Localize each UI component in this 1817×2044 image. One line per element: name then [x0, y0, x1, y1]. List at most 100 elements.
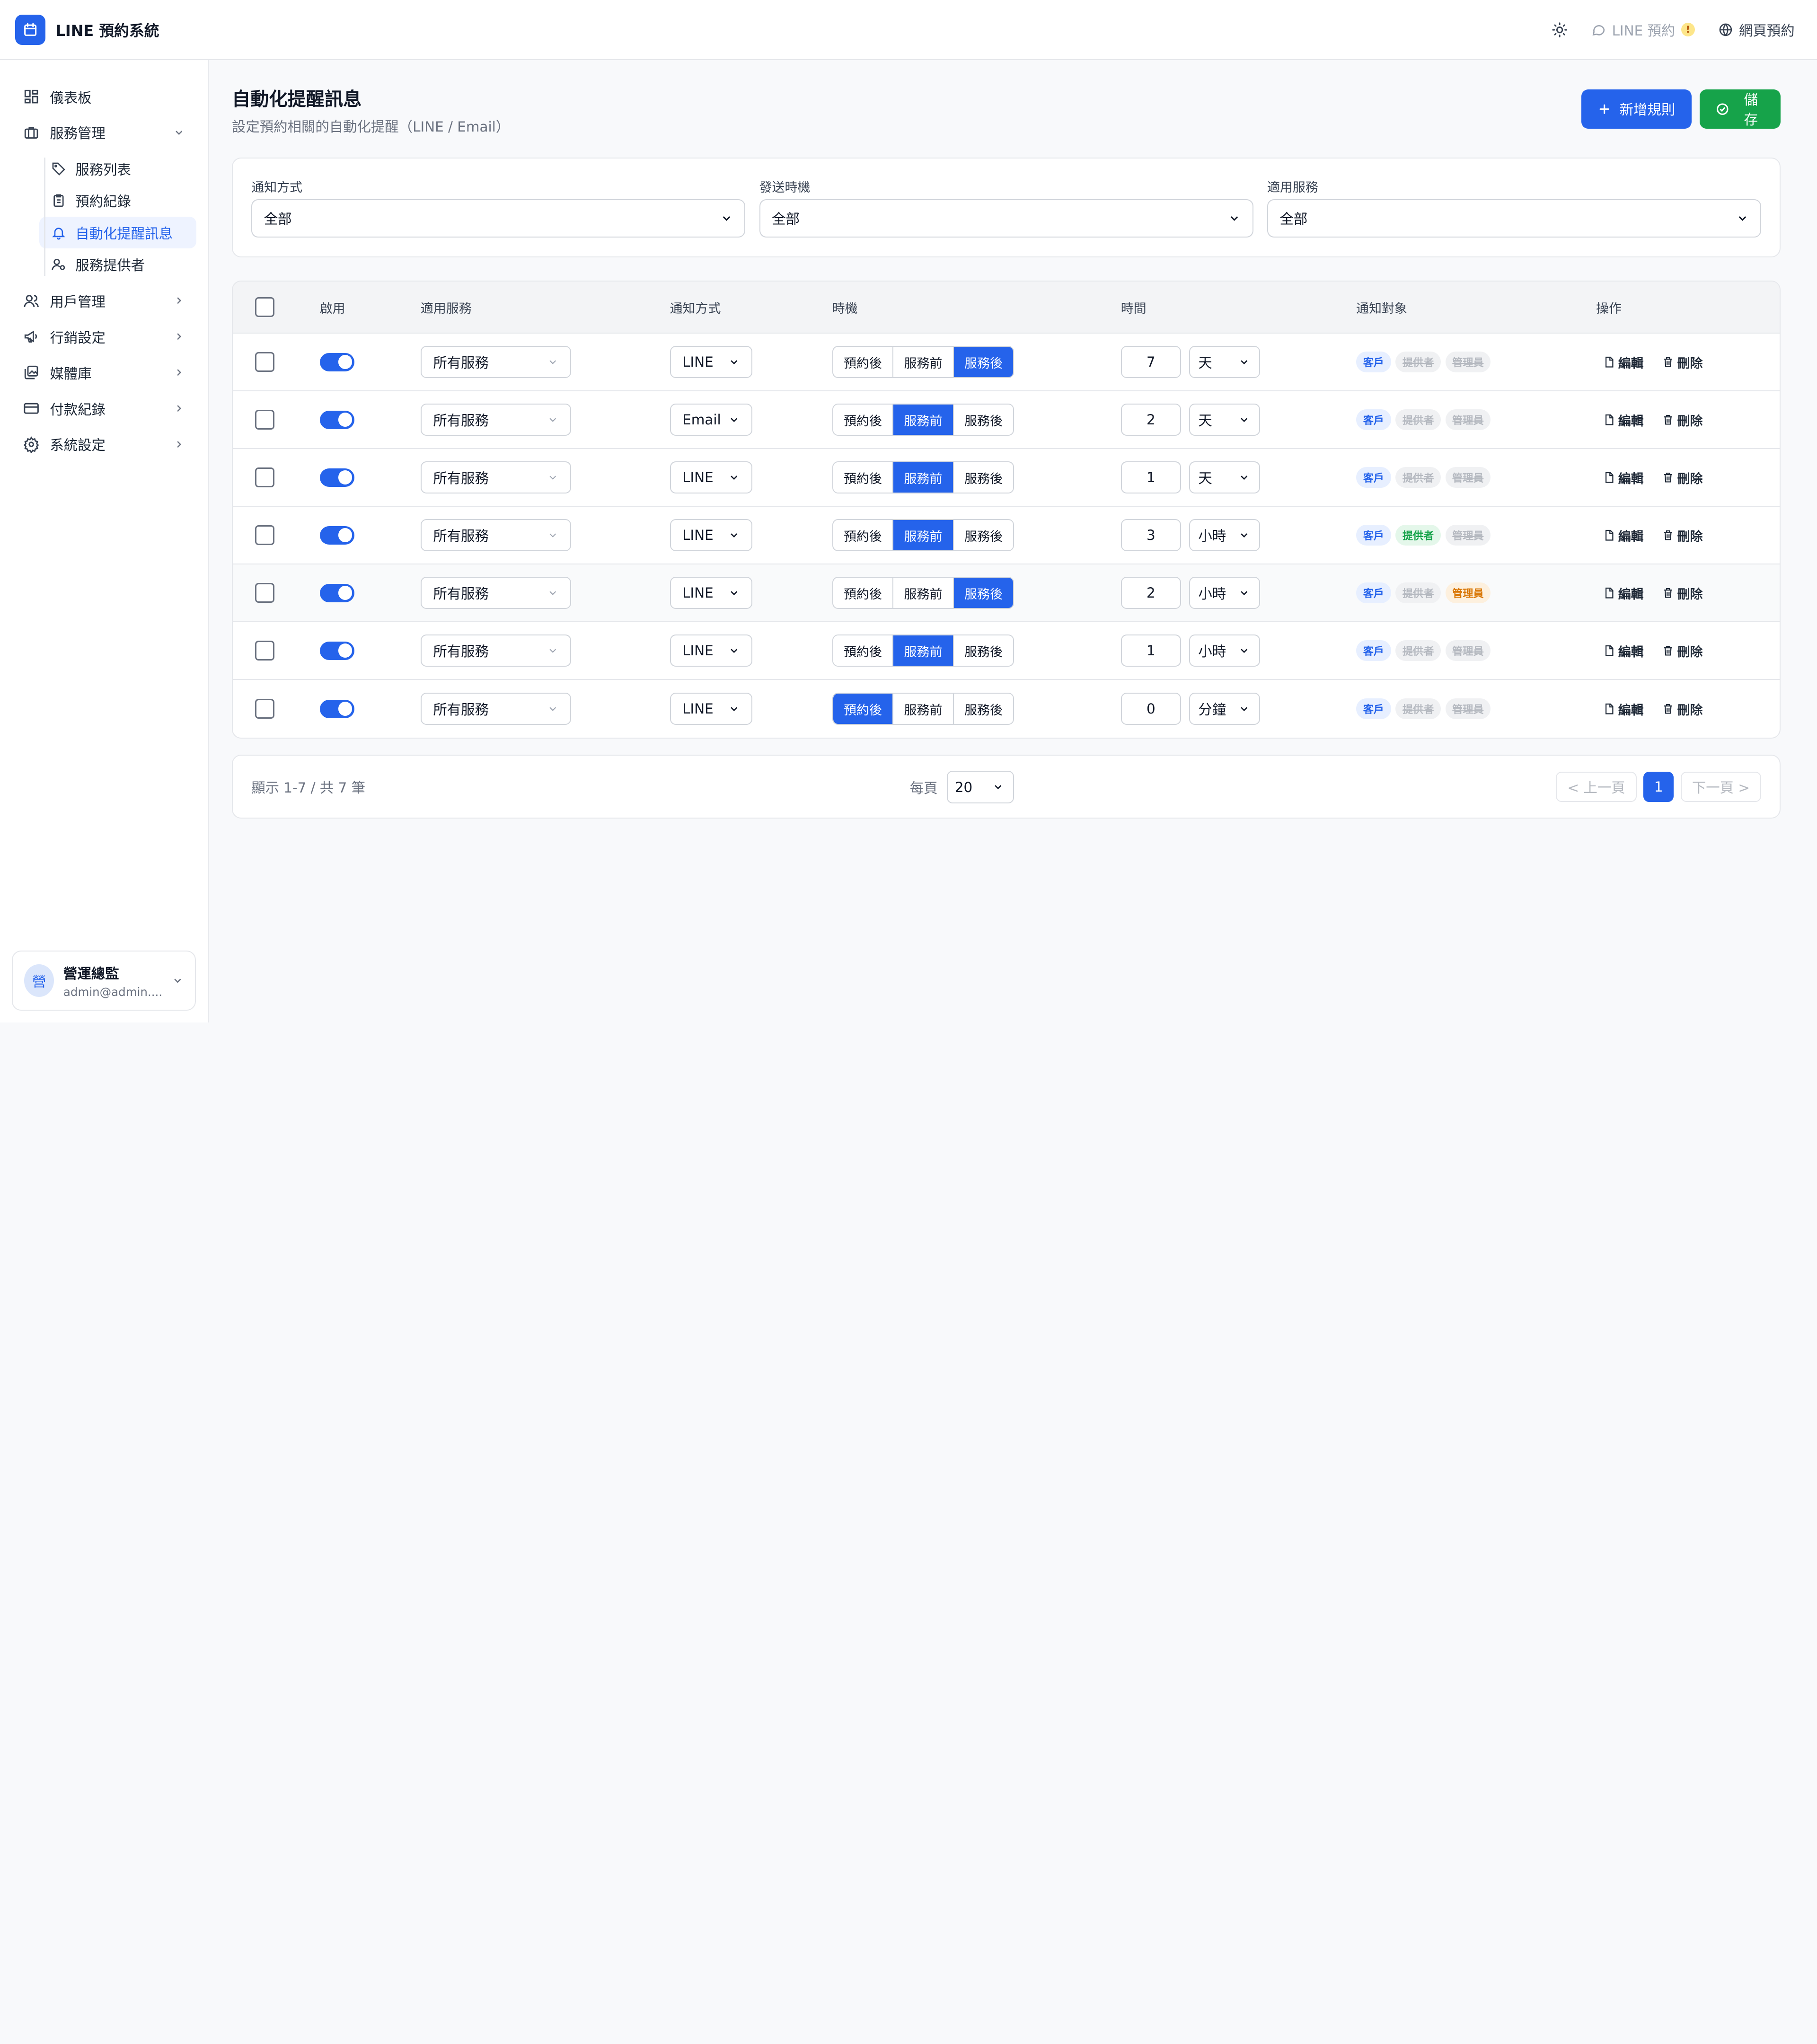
timing-option[interactable]: 預約後	[833, 404, 894, 435]
line-booking-link[interactable]: LINE 預約 !	[1591, 20, 1695, 40]
enabled-toggle[interactable]	[319, 641, 355, 660]
target-admin-tag[interactable]: 管理員	[1445, 582, 1491, 604]
timing-option[interactable]: 服務前	[893, 462, 954, 493]
page-1-button[interactable]: 1	[1643, 771, 1674, 802]
timing-option[interactable]: 服務前	[893, 404, 954, 435]
target-admin-tag[interactable]: 管理員	[1445, 467, 1491, 488]
target-provider-tag[interactable]: 提供者	[1395, 698, 1441, 720]
timing-option[interactable]: 服務後	[953, 520, 1014, 551]
target-admin-tag[interactable]: 管理員	[1445, 698, 1491, 720]
delete-button[interactable]: 刪除	[1662, 411, 1702, 429]
edit-button[interactable]: 編輯	[1603, 468, 1644, 487]
delete-button[interactable]: 刪除	[1662, 700, 1702, 718]
method-select[interactable]: LINE	[670, 692, 752, 725]
time-unit-select[interactable]: 分鐘	[1189, 692, 1260, 725]
enabled-toggle[interactable]	[319, 352, 355, 371]
sidebar-item-dashboard[interactable]: 儀表板	[12, 79, 196, 115]
method-select[interactable]: LINE	[670, 519, 752, 552]
sidebar-item-payments[interactable]: 付款紀錄	[12, 391, 196, 427]
edit-button[interactable]: 編輯	[1603, 584, 1644, 602]
target-customer-tag[interactable]: 客戶	[1356, 640, 1391, 661]
time-value-input[interactable]: 1	[1120, 461, 1182, 494]
enabled-toggle[interactable]	[319, 410, 355, 429]
service-select[interactable]: 所有服務	[420, 403, 572, 436]
method-select[interactable]: LINE	[670, 634, 752, 667]
add-rule-button[interactable]: 新增規則	[1581, 89, 1692, 129]
timing-option[interactable]: 服務前	[893, 693, 954, 724]
sidebar-item-marketing[interactable]: 行銷設定	[12, 319, 196, 355]
filter-timing-select[interactable]: 全部	[759, 199, 1253, 238]
time-unit-select[interactable]: 小時	[1189, 519, 1260, 552]
target-customer-tag[interactable]: 客戶	[1356, 582, 1391, 604]
service-select[interactable]: 所有服務	[420, 692, 572, 725]
method-select[interactable]: LINE	[670, 345, 752, 379]
method-select[interactable]: LINE	[670, 576, 752, 609]
sidebar-item-media[interactable]: 媒體庫	[12, 355, 196, 391]
filter-service-select[interactable]: 全部	[1267, 199, 1762, 238]
target-provider-tag[interactable]: 提供者	[1395, 352, 1441, 373]
time-unit-select[interactable]: 小時	[1189, 576, 1260, 609]
time-unit-select[interactable]: 天	[1189, 403, 1260, 436]
delete-button[interactable]: 刪除	[1662, 584, 1702, 602]
row-checkbox[interactable]	[255, 525, 275, 545]
edit-button[interactable]: 編輯	[1603, 642, 1644, 660]
target-customer-tag[interactable]: 客戶	[1356, 467, 1391, 488]
service-select[interactable]: 所有服務	[420, 345, 572, 379]
timing-option[interactable]: 服務前	[893, 346, 954, 378]
edit-button[interactable]: 編輯	[1603, 526, 1644, 545]
theme-toggle-sun-icon[interactable]	[1552, 22, 1568, 38]
sidebar-item-system[interactable]: 系統設定	[12, 426, 196, 462]
timing-option[interactable]: 服務前	[893, 520, 954, 551]
timing-option[interactable]: 預約後	[833, 693, 894, 724]
target-customer-tag[interactable]: 客戶	[1356, 352, 1391, 373]
enabled-toggle[interactable]	[319, 526, 355, 545]
sidebar-item-user-mgmt[interactable]: 用戶管理	[12, 283, 196, 319]
edit-button[interactable]: 編輯	[1603, 353, 1644, 371]
time-value-input[interactable]: 2	[1120, 576, 1182, 609]
target-admin-tag[interactable]: 管理員	[1445, 409, 1491, 431]
target-customer-tag[interactable]: 客戶	[1356, 409, 1391, 431]
timing-option[interactable]: 服務前	[893, 635, 954, 666]
timing-option[interactable]: 服務後	[953, 404, 1014, 435]
target-provider-tag[interactable]: 提供者	[1395, 409, 1441, 431]
timing-option[interactable]: 服務後	[953, 346, 1014, 378]
row-checkbox[interactable]	[255, 467, 275, 487]
timing-option[interactable]: 預約後	[833, 577, 894, 608]
next-page-button[interactable]: 下一頁 >	[1680, 771, 1761, 802]
enabled-toggle[interactable]	[319, 468, 355, 487]
row-checkbox[interactable]	[255, 583, 275, 603]
service-select[interactable]: 所有服務	[420, 576, 572, 609]
user-menu[interactable]: 營 營運總監 admin@admin....	[11, 951, 196, 1011]
timing-option[interactable]: 預約後	[833, 520, 894, 551]
brand[interactable]: LINE 預約系統	[15, 14, 159, 45]
web-booking-link[interactable]: 網頁預約	[1718, 20, 1795, 40]
timing-option[interactable]: 預約後	[833, 635, 894, 666]
save-button[interactable]: 儲存	[1699, 89, 1781, 129]
enabled-toggle[interactable]	[319, 583, 355, 602]
timing-option[interactable]: 預約後	[833, 462, 894, 493]
target-provider-tag[interactable]: 提供者	[1395, 525, 1441, 546]
row-checkbox[interactable]	[255, 699, 275, 719]
sidebar-item-auto-reminders[interactable]: 自動化提醒訊息	[39, 217, 196, 249]
timing-option[interactable]: 服務後	[953, 693, 1014, 724]
prev-page-button[interactable]: < 上一頁	[1556, 771, 1637, 802]
sidebar-item-providers[interactable]: 服務提供者	[39, 248, 196, 280]
delete-button[interactable]: 刪除	[1662, 526, 1702, 545]
method-select[interactable]: Email	[670, 403, 752, 436]
time-value-input[interactable]: 2	[1120, 403, 1182, 436]
edit-button[interactable]: 編輯	[1603, 700, 1644, 718]
filter-method-select[interactable]: 全部	[251, 199, 746, 238]
row-checkbox[interactable]	[255, 352, 275, 372]
sidebar-item-service-mgmt[interactable]: 服務管理	[12, 115, 196, 151]
per-page-select[interactable]: 20	[947, 771, 1014, 803]
sidebar-item-booking-records[interactable]: 預約紀錄	[39, 185, 196, 217]
select-all-checkbox[interactable]	[255, 297, 275, 317]
target-customer-tag[interactable]: 客戶	[1356, 698, 1391, 720]
time-unit-select[interactable]: 天	[1189, 345, 1260, 379]
service-select[interactable]: 所有服務	[420, 461, 572, 494]
service-select[interactable]: 所有服務	[420, 519, 572, 552]
target-provider-tag[interactable]: 提供者	[1395, 467, 1441, 488]
time-value-input[interactable]: 0	[1120, 692, 1182, 725]
edit-button[interactable]: 編輯	[1603, 411, 1644, 429]
enabled-toggle[interactable]	[319, 699, 355, 718]
